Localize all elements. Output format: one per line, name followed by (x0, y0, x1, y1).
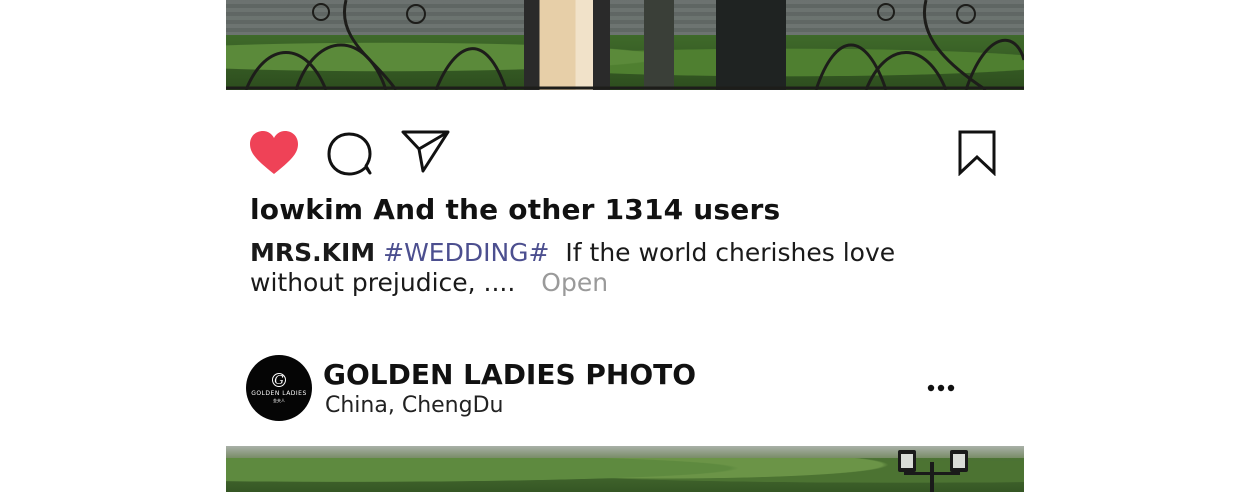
account-name[interactable]: GOLDEN LADIES PHOTO (323, 358, 696, 391)
more-options-icon[interactable] (926, 378, 958, 398)
account-avatar[interactable]: G GOLDEN LADIES 金夫人 (246, 355, 312, 421)
photo-fence (226, 0, 1024, 90)
post-location[interactable]: China, ChengDu (325, 393, 503, 418)
bookmark-icon[interactable] (958, 130, 996, 176)
caption-username[interactable]: MRS.KIM (250, 238, 375, 267)
feed: lowkim And the other 1314 users MRS.KIM … (226, 0, 1024, 492)
post-photo-bottom[interactable] (226, 446, 1024, 492)
post-caption: MRS.KIM #WEDDING# If the world cherishes… (250, 238, 950, 298)
comment-icon[interactable] (326, 131, 374, 177)
caption-open-link[interactable]: Open (541, 268, 608, 297)
caption-hashtag[interactable]: #WEDDING# (383, 238, 549, 267)
avatar-brand-text: GOLDEN LADIES (251, 389, 307, 397)
post-photo-top[interactable] (226, 0, 1024, 90)
logo-monogram-icon: G (272, 372, 286, 387)
share-paper-plane-icon[interactable] (401, 129, 451, 175)
avatar-sub-text: 金夫人 (273, 397, 285, 403)
likes-summary[interactable]: lowkim And the other 1314 users (250, 193, 780, 226)
like-heart-icon[interactable] (248, 130, 300, 176)
photo-street-lamp (898, 450, 968, 492)
